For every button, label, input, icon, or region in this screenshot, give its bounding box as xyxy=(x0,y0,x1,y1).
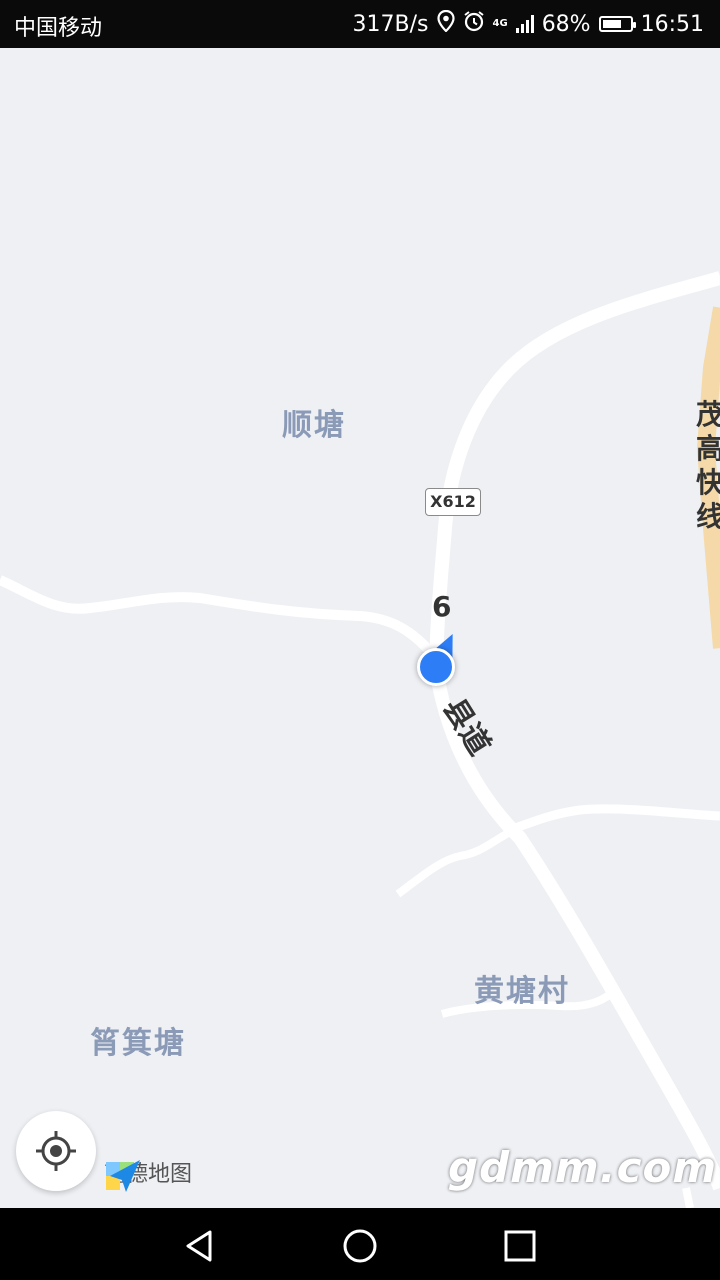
alarm-icon xyxy=(463,10,485,38)
signal-icon xyxy=(515,15,534,33)
carrier-label: 中国移动 xyxy=(14,16,103,41)
west-road xyxy=(0,575,436,658)
place-label: 黄塘村 xyxy=(474,974,570,1009)
network-type: 4G xyxy=(492,18,508,29)
square-recents-icon xyxy=(504,1230,536,1262)
status-bar: 中国移动 317B/s 4G 68% 16:51 xyxy=(0,0,720,48)
watermark: gdmm.com xyxy=(448,1143,718,1192)
triangle-back-icon xyxy=(186,1230,212,1262)
place-label: 顺塘 xyxy=(282,408,346,443)
battery-icon xyxy=(598,16,636,32)
locate-button[interactable] xyxy=(16,1111,96,1191)
brand-logo: 高德地图 xyxy=(104,1156,192,1192)
circle-home-icon xyxy=(343,1229,377,1263)
southwest-road xyxy=(395,828,512,898)
navigation-bar xyxy=(0,1208,720,1280)
current-location-dot xyxy=(417,648,455,686)
east-road xyxy=(508,804,720,835)
place-label: 筲箕塘 xyxy=(90,1026,186,1061)
road-badge: X612 xyxy=(425,488,481,516)
back-button[interactable] xyxy=(180,1226,220,1266)
clock: 16:51 xyxy=(640,11,704,37)
location-pin-icon xyxy=(436,9,455,38)
network-speed: 317B/s xyxy=(352,11,429,37)
status-icons: 317B/s 4G 68% 16:51 xyxy=(352,9,704,38)
crosshair-icon xyxy=(36,1131,76,1171)
amap-logo-icon xyxy=(106,1160,140,1192)
home-button[interactable] xyxy=(340,1226,380,1266)
map-canvas[interactable]: 顺塘 黄塘村 筲箕塘 X612 6 县道 茂高快线 高德地图 xyxy=(0,48,720,1208)
recents-button[interactable] xyxy=(500,1226,540,1266)
expressway-label: 茂高快线 xyxy=(696,398,720,533)
road-number: 6 xyxy=(432,590,452,623)
battery-percent: 68% xyxy=(541,11,591,37)
